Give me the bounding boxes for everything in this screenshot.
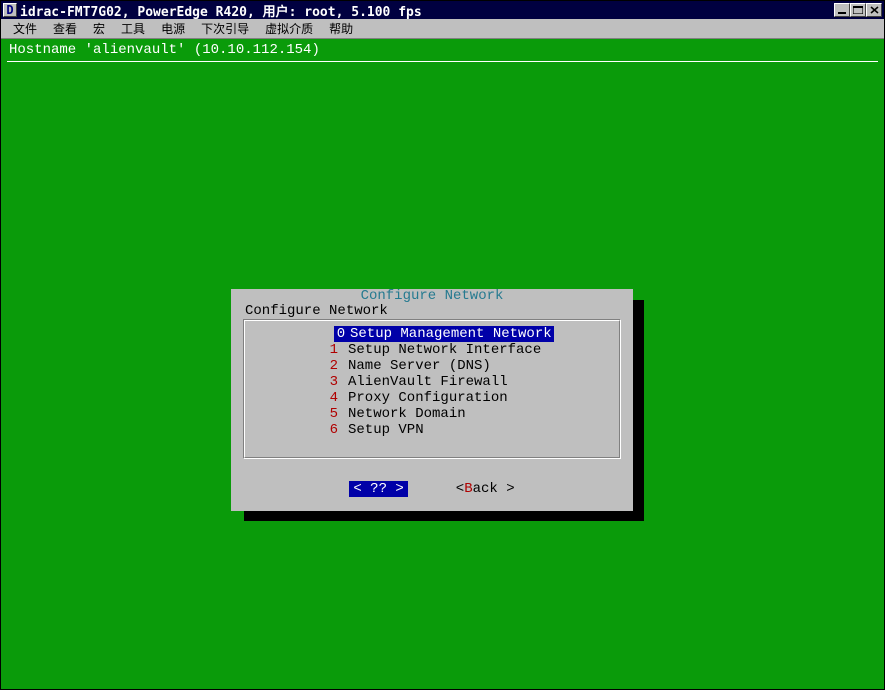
title-text: idrac-FMT7G02, PowerEdge R420, 用户: root,…: [20, 1, 422, 20]
option-label: Setup Management Network: [348, 326, 554, 342]
ok-button[interactable]: < ?? >: [349, 481, 407, 497]
menu-power[interactable]: 电源: [153, 19, 193, 38]
divider: [7, 61, 878, 62]
option-label: Setup VPN: [348, 422, 424, 438]
option-label: Proxy Configuration: [348, 390, 508, 406]
option-label: Setup Network Interface: [348, 342, 541, 358]
back-hotkey: B: [464, 481, 472, 497]
dialog-title: Configure Network: [231, 288, 633, 304]
back-open: <: [456, 481, 464, 497]
dialog-inner-label: Configure Network: [245, 303, 388, 319]
menu-virtualmedia[interactable]: 虚拟介质: [257, 19, 321, 38]
option-number: 0: [334, 326, 348, 342]
option-alienvault-firewall[interactable]: 3 AlienVault Firewall: [324, 374, 554, 390]
option-label: AlienVault Firewall: [348, 374, 508, 390]
hostname-line: Hostname 'alienvault' (10.10.112.154): [9, 42, 320, 58]
menu-file[interactable]: 文件: [5, 19, 45, 38]
menubar: 文件 查看 宏 工具 电源 下次引导 虚拟介质 帮助: [1, 19, 884, 39]
configure-network-dialog: Configure Network Configure Network 0 Se…: [231, 289, 633, 511]
app-icon: D: [3, 3, 17, 17]
option-number: 6: [324, 422, 348, 438]
options-list: 0 Setup Management Network 1 Setup Netwo…: [324, 326, 554, 438]
menu-tools[interactable]: 工具: [113, 19, 153, 38]
menu-nextboot[interactable]: 下次引导: [193, 19, 257, 38]
app-window: D idrac-FMT7G02, PowerEdge R420, 用户: roo…: [0, 0, 885, 690]
minimize-button[interactable]: [834, 3, 850, 17]
option-label: Name Server (DNS): [348, 358, 491, 374]
option-number: 1: [324, 342, 348, 358]
back-button[interactable]: < Back >: [456, 481, 515, 497]
maximize-button[interactable]: [850, 3, 866, 17]
titlebar: D idrac-FMT7G02, PowerEdge R420, 用户: roo…: [1, 1, 884, 19]
option-label: Network Domain: [348, 406, 466, 422]
options-frame: 0 Setup Management Network 1 Setup Netwo…: [243, 319, 621, 459]
option-number: 2: [324, 358, 348, 374]
option-setup-network-interface[interactable]: 1 Setup Network Interface: [324, 342, 554, 358]
option-number: 4: [324, 390, 348, 406]
option-network-domain[interactable]: 5 Network Domain: [324, 406, 554, 422]
console-area: Hostname 'alienvault' (10.10.112.154) Co…: [1, 39, 884, 689]
menu-view[interactable]: 查看: [45, 19, 85, 38]
option-setup-management-network[interactable]: 0 Setup Management Network: [324, 326, 554, 342]
option-name-server-dns[interactable]: 2 Name Server (DNS): [324, 358, 554, 374]
option-number: 5: [324, 406, 348, 422]
dialog-buttons: < ?? > < Back >: [231, 481, 633, 497]
menu-macro[interactable]: 宏: [85, 19, 113, 38]
menu-help[interactable]: 帮助: [321, 19, 361, 38]
option-proxy-configuration[interactable]: 4 Proxy Configuration: [324, 390, 554, 406]
option-number: 3: [324, 374, 348, 390]
close-button[interactable]: [866, 3, 882, 17]
option-setup-vpn[interactable]: 6 Setup VPN: [324, 422, 554, 438]
window-controls: [834, 3, 882, 17]
back-rest: ack >: [473, 481, 515, 497]
